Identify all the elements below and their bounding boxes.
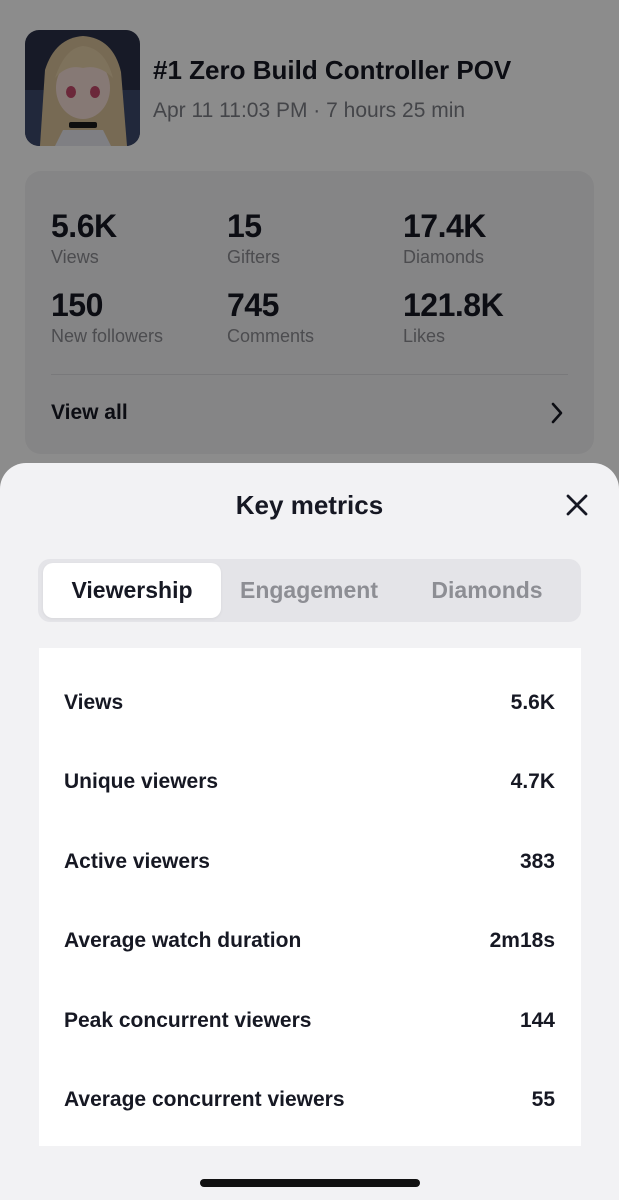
sheet-title: Key metrics	[235, 490, 384, 520]
metric-value: 55	[531, 1088, 555, 1111]
metric-value: 383	[519, 850, 555, 873]
live-analytics-screen: #1 Zero Build Controller POV Apr 11 11:0…	[0, 0, 619, 1200]
metric-row-active-viewers: Active viewers 383	[39, 842, 581, 882]
metric-value: 144	[519, 1009, 555, 1032]
metric-row-views: Views 5.6K	[39, 683, 581, 723]
home-indicator[interactable]	[200, 1179, 420, 1187]
metric-label: Unique viewers	[64, 770, 219, 793]
metric-label: Views	[64, 691, 124, 714]
metric-value: 2m18s	[489, 929, 555, 952]
tab-engagement[interactable]: Engagement	[221, 563, 397, 618]
tab-viewership[interactable]: Viewership	[43, 563, 221, 618]
metric-row-average-watch-duration: Average watch duration 2m18s	[39, 921, 581, 961]
metrics-tabs: Viewership Engagement Diamonds	[38, 559, 581, 622]
close-icon[interactable]	[565, 493, 589, 517]
metric-label: Active viewers	[64, 850, 210, 873]
metric-row-average-concurrent-viewers: Average concurrent viewers 55	[39, 1080, 581, 1120]
metric-label: Average watch duration	[64, 929, 302, 952]
tab-diamonds[interactable]: Diamonds	[397, 563, 577, 618]
metric-value: 5.6K	[510, 691, 555, 714]
metric-label: Average concurrent viewers	[64, 1088, 345, 1111]
key-metrics-sheet: Key metrics Viewership Engagement Diamon…	[0, 463, 619, 1200]
metrics-list: Views 5.6K Unique viewers 4.7K Active vi…	[39, 648, 581, 1146]
metric-row-peak-concurrent-viewers: Peak concurrent viewers 144	[39, 1001, 581, 1041]
metric-row-unique-viewers: Unique viewers 4.7K	[39, 762, 581, 802]
metric-label: Peak concurrent viewers	[64, 1009, 312, 1032]
metric-value: 4.7K	[510, 770, 555, 793]
